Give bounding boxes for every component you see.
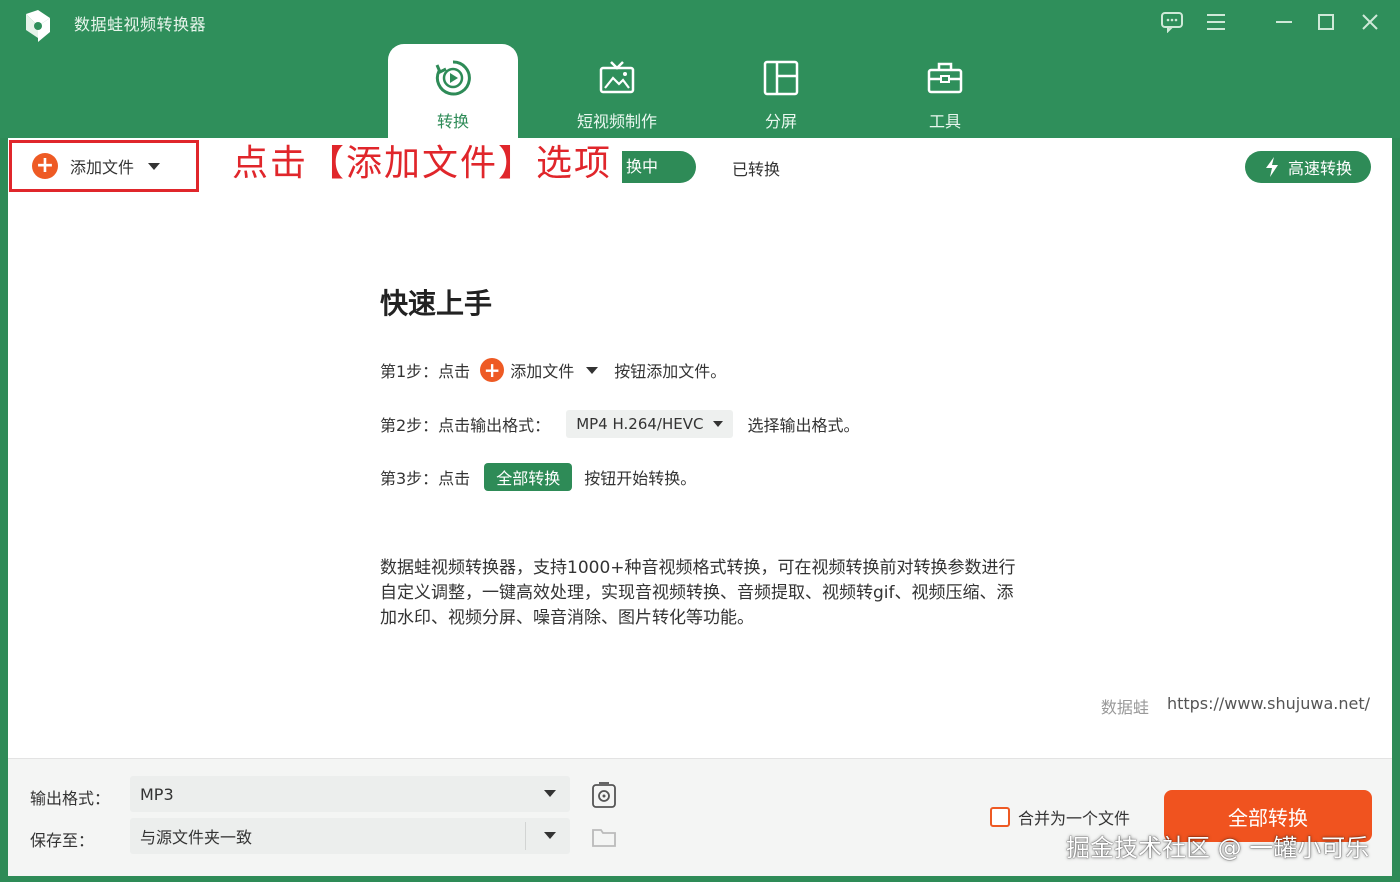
feedback-icon[interactable] [1158, 8, 1186, 36]
app-logo-icon [18, 6, 58, 46]
chevron-down-icon[interactable] [544, 832, 556, 839]
maximize-icon[interactable] [1312, 8, 1340, 36]
brand-line: 数据蛙 https://www.shujuwa.net/ [1101, 694, 1370, 718]
add-file-button[interactable]: + 添加文件 [9, 140, 199, 192]
add-file-label: 添加文件 [70, 158, 135, 177]
step-1-suffix: 按钮添加文件。 [614, 362, 727, 381]
merge-checkbox[interactable] [990, 807, 1010, 827]
main-content [8, 138, 1392, 758]
app-description: 数据蛙视频转换器，支持1000+种音视频格式转换，可在视频转换前对转换参数进行自… [380, 558, 1016, 628]
plus-icon: + [480, 358, 505, 382]
format-pill: MP4 H.264/HEVC [566, 410, 734, 438]
tab-converting[interactable]: 换中 [622, 151, 696, 183]
tv-icon [597, 58, 637, 98]
title-bar [0, 0, 1400, 138]
step-1-prefix: 第1步：点击 [380, 362, 471, 381]
output-format-label: 输出格式： [30, 789, 111, 808]
output-format-value: MP3 [140, 784, 174, 804]
chevron-down-icon[interactable] [544, 790, 556, 797]
step-2-prefix: 第2步：点击输出格式： [380, 416, 551, 435]
chevron-down-icon [586, 366, 599, 374]
merge-option[interactable]: 合并为一个文件 [990, 805, 1130, 829]
fast-convert-label: 高速转换 [1287, 159, 1352, 178]
lightning-icon [1265, 157, 1278, 177]
convert-all-pill: 全部转换 [484, 463, 573, 491]
chevron-down-icon[interactable] [148, 162, 161, 170]
format-pill-label: MP4 H.264/HEVC [576, 415, 704, 433]
folder-icon[interactable] [590, 823, 618, 851]
chevron-down-icon [713, 421, 724, 427]
tab-converted[interactable]: 已转换 [732, 156, 780, 180]
brand-url[interactable]: https://www.shujuwa.net/ [1167, 694, 1370, 718]
step-2-suffix: 选择输出格式。 [747, 416, 860, 435]
tab-convert[interactable]: 转换 [388, 44, 518, 138]
guide-step-1: 第1步：点击 + 添加文件 按钮添加文件。 [380, 358, 726, 382]
watermark-text: 掘金技术社区 @ 一罐小可乐 [1066, 834, 1370, 862]
brand-name: 数据蛙 [1100, 698, 1149, 717]
tab-label: 转换 [436, 112, 469, 131]
tab-label: 短视频制作 [576, 112, 657, 131]
plus-icon: + [32, 153, 58, 179]
save-to-select[interactable]: 与源文件夹一致 [130, 818, 570, 854]
output-format-select[interactable]: MP3 [130, 776, 570, 812]
app-title: 数据蛙视频转换器 [74, 15, 207, 34]
step-1-button-label: 添加文件 [510, 362, 575, 381]
tab-short-video[interactable]: 短视频制作 [552, 44, 682, 138]
guide-step-3: 第3步：点击 全部转换 按钮开始转换。 [380, 463, 696, 491]
convert-icon [433, 58, 473, 98]
guide-step-2: 第2步：点击输出格式： MP4 H.264/HEVC 选择输出格式。 [380, 410, 859, 438]
split-screen-icon [761, 58, 801, 98]
close-icon[interactable] [1356, 8, 1384, 36]
tab-split-screen[interactable]: 分屏 [716, 44, 846, 138]
menu-icon[interactable] [1202, 8, 1230, 36]
tab-tools[interactable]: 工具 [880, 44, 1010, 138]
format-settings-icon[interactable] [590, 781, 618, 809]
minimize-icon[interactable] [1270, 8, 1298, 36]
select-divider [525, 822, 526, 850]
merge-label: 合并为一个文件 [1018, 809, 1131, 828]
fast-convert-button[interactable]: 高速转换 [1245, 151, 1371, 183]
save-to-label: 保存至： [30, 831, 95, 850]
tab-label: 分屏 [764, 112, 797, 131]
toolbox-icon [925, 58, 965, 98]
step-3-suffix: 按钮开始转换。 [584, 469, 697, 488]
tab-label: 工具 [928, 112, 961, 131]
save-to-value: 与源文件夹一致 [140, 828, 253, 847]
guide-title: 快速上手 [380, 287, 493, 320]
annotation-text: 点击【添加文件】选项 [232, 143, 613, 184]
step-3-prefix: 第3步：点击 [380, 469, 471, 488]
